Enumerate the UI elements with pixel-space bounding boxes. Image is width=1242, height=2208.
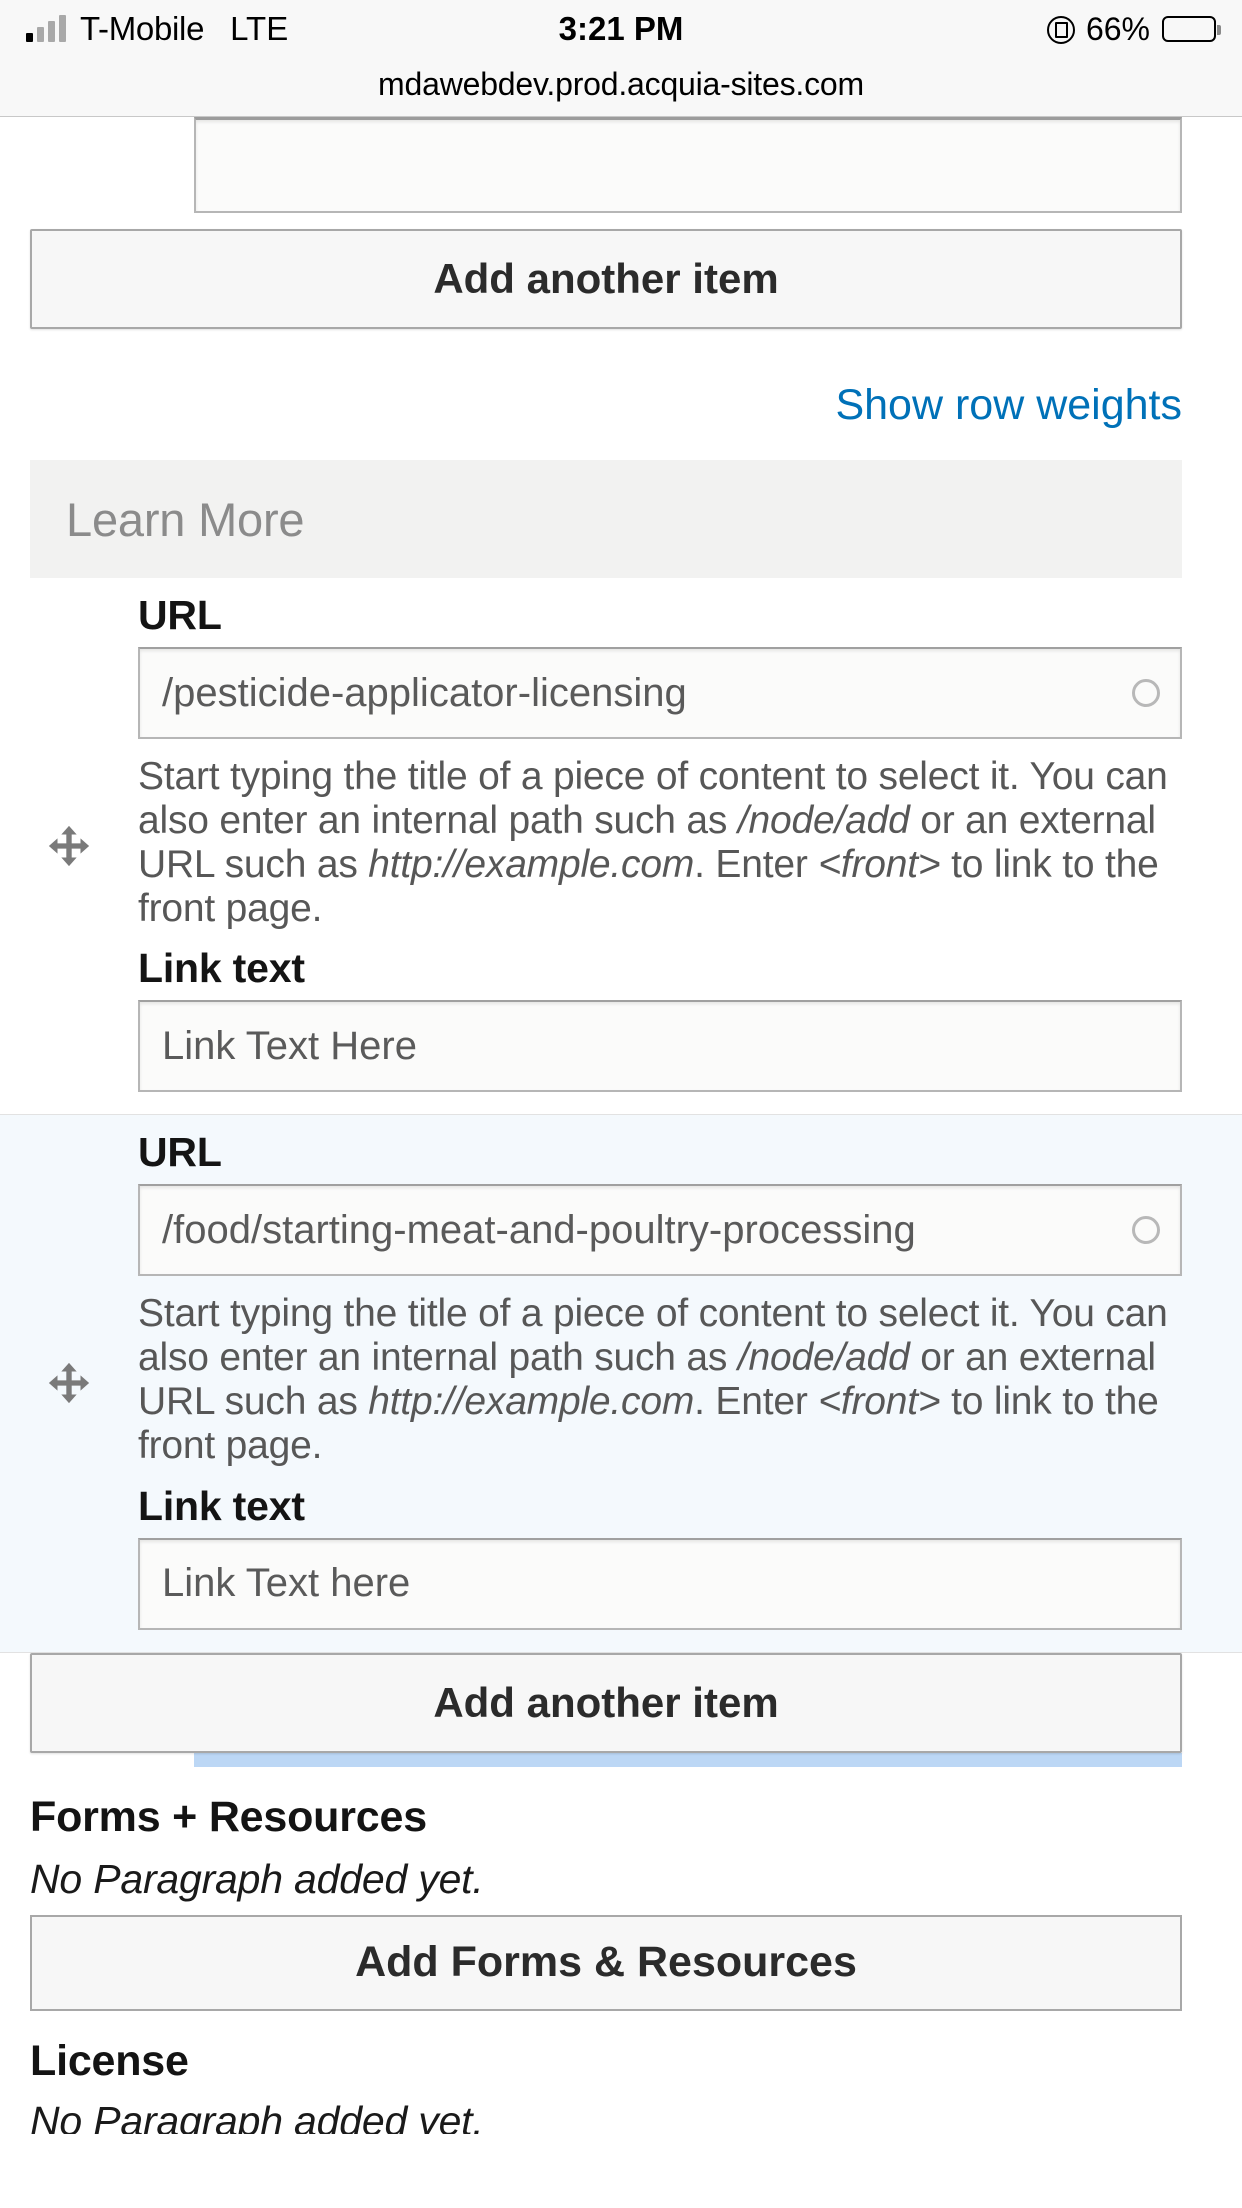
add-another-item-top-row: Add another item <box>0 229 1242 329</box>
address-bar-url: mdawebdev.prod.acquia-sites.com <box>378 66 864 103</box>
address-bar[interactable]: mdawebdev.prod.acquia-sites.com <box>0 58 1242 110</box>
ios-status-bar: T-Mobile LTE 3:21 PM 66% <box>0 0 1242 58</box>
network-type-label: LTE <box>230 10 288 48</box>
signal-strength-icon <box>26 16 66 42</box>
section-header-label: Learn More <box>66 492 304 547</box>
add-another-item-bottom-row: Add another item <box>0 1653 1242 1753</box>
paragraph-section-license: License No Paragraph added yet. <box>0 2037 1242 2134</box>
link-row-fields: URL Start typing the title of a piece of… <box>138 1115 1242 1651</box>
url-help-internal-path-example: /node/add <box>738 1336 910 1379</box>
url-field-label: URL <box>138 592 1182 639</box>
drag-handle-cell[interactable] <box>0 578 138 1114</box>
battery-percent-label: 66% <box>1086 11 1150 48</box>
paragraph-section-title: License <box>30 2037 1182 2086</box>
url-help-line-1: Start typing the title of a piece of con… <box>138 1292 1020 1335</box>
autocomplete-throbber-icon <box>1132 1216 1160 1244</box>
battery-icon <box>1162 16 1216 42</box>
status-bar-left: T-Mobile LTE <box>26 10 288 48</box>
url-help-internal-path-example: /node/add <box>738 799 910 842</box>
status-bar-right: 66% <box>1046 11 1216 48</box>
partially-visible-text-field[interactable] <box>194 117 1182 213</box>
autocomplete-throbber-icon <box>1132 679 1160 707</box>
url-help-text: Start typing the title of a piece of con… <box>138 1292 1182 1468</box>
paragraph-section-title: Forms + Resources <box>30 1793 1182 1842</box>
paragraph-section-forms-resources: Forms + Resources No Paragraph added yet… <box>0 1793 1242 2011</box>
link-row: URL Start typing the title of a piece of… <box>0 578 1242 1115</box>
move-drag-handle-icon[interactable] <box>46 823 92 869</box>
url-help-front-token: <front> <box>818 1380 940 1423</box>
url-help-line-1: Start typing the title of a piece of con… <box>138 755 1020 798</box>
drag-handle-cell[interactable] <box>0 1115 138 1651</box>
url-help-external-url-example: http://example.com <box>368 843 694 886</box>
link-text-input[interactable] <box>138 1000 1182 1092</box>
page-content: Add another item Show row weights Learn … <box>0 117 1242 2134</box>
url-help-front-token: <front> <box>818 843 940 886</box>
drag-drop-indicator <box>194 1753 1182 1767</box>
link-field-rows: URL Start typing the title of a piece of… <box>0 578 1242 1653</box>
url-input[interactable] <box>138 647 1182 739</box>
carrier-label: T-Mobile <box>80 10 204 48</box>
link-row-fields: URL Start typing the title of a piece of… <box>138 578 1242 1114</box>
show-row-weights-link[interactable]: Show row weights <box>835 381 1182 429</box>
url-input-wrap <box>138 1184 1182 1276</box>
top-field-row <box>0 117 1242 213</box>
link-text-field-label: Link text <box>138 1483 1182 1530</box>
show-row-weights-row: Show row weights <box>0 381 1242 430</box>
link-row: URL Start typing the title of a piece of… <box>0 1115 1242 1652</box>
move-drag-handle-icon[interactable] <box>46 1360 92 1406</box>
url-input[interactable] <box>138 1184 1182 1276</box>
paragraph-empty-message-clipped: No Paragraph added yet. <box>30 2086 1182 2134</box>
url-help-external-url-example: http://example.com <box>368 1380 694 1423</box>
paragraph-empty-message: No Paragraph added yet. <box>30 1856 1182 1903</box>
url-input-wrap <box>138 647 1182 739</box>
add-another-item-top-button[interactable]: Add another item <box>30 229 1182 329</box>
link-text-field-label: Link text <box>138 945 1182 992</box>
browser-chrome: T-Mobile LTE 3:21 PM 66% mdawebdev.prod.… <box>0 0 1242 117</box>
url-help-line-3c: . Enter <box>694 1380 808 1423</box>
link-text-input[interactable] <box>138 1538 1182 1630</box>
url-help-text: Start typing the title of a piece of con… <box>138 755 1182 931</box>
url-help-line-3c: . Enter <box>694 843 808 886</box>
section-header-learn-more: Learn More <box>30 460 1182 578</box>
paragraph-empty-message: No Paragraph added yet. <box>30 2098 1182 2134</box>
rotation-lock-icon <box>1046 15 1074 43</box>
add-forms-resources-button[interactable]: Add Forms & Resources <box>30 1915 1182 2011</box>
add-another-item-bottom-button[interactable]: Add another item <box>30 1653 1182 1753</box>
url-field-label: URL <box>138 1129 1182 1176</box>
